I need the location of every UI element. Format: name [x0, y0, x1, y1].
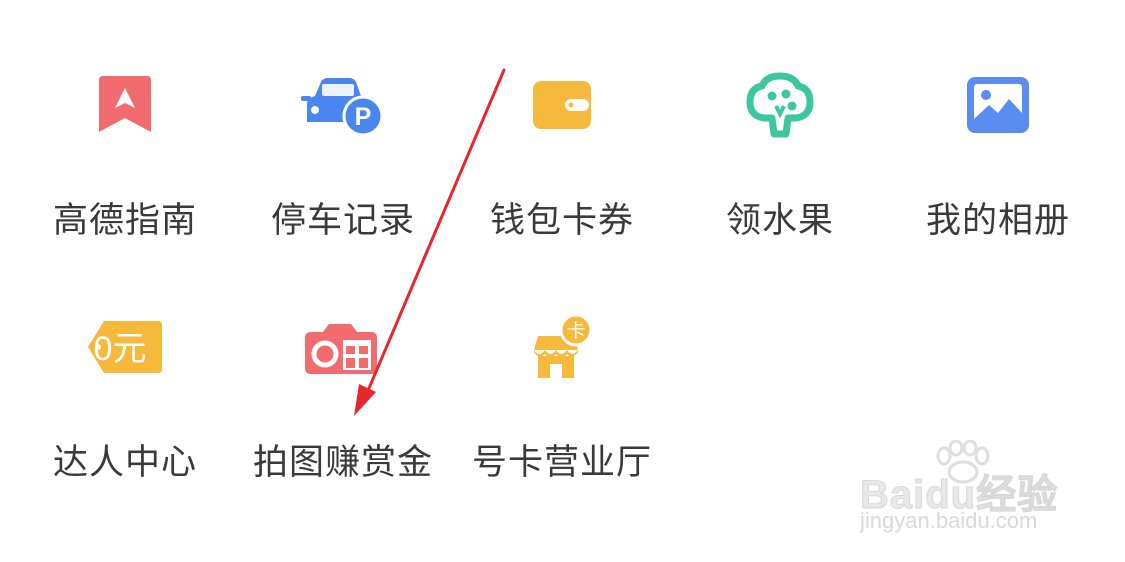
wallet-icon — [517, 60, 607, 150]
tile-get-fruit[interactable]: 领水果 — [680, 60, 880, 260]
photo-album-icon — [953, 60, 1043, 150]
tile-label: 号卡营业厅 — [471, 443, 652, 483]
tile-wallet-coupons[interactable]: 钱包卡券 — [462, 60, 662, 260]
bookmark-arrow-icon — [80, 60, 170, 150]
tile-label: 拍图赚赏金 — [252, 443, 433, 483]
tile-label: 高德指南 — [52, 201, 197, 241]
badge-text: 0元 — [94, 330, 147, 368]
car-parking-icon: P — [298, 60, 388, 150]
tile-parking-record[interactable]: P 停车记录 — [243, 60, 443, 260]
price-tag-icon: 0元 — [80, 302, 170, 392]
shop-card-icon: 卡 — [517, 302, 607, 392]
tile-label: 领水果 — [725, 201, 834, 241]
badge-text: 卡 — [566, 320, 585, 342]
baidu-watermark: Baidu经验 jingyan.baidu.com — [859, 440, 1100, 540]
watermark-url: jingyan.baidu.com — [860, 508, 1038, 533]
tile-photo-bounty[interactable]: 拍图赚赏金 — [243, 302, 443, 502]
tile-label: 达人中心 — [52, 443, 197, 483]
tile-label: 我的相册 — [925, 201, 1070, 241]
tile-label: 钱包卡券 — [489, 201, 634, 241]
fruit-tree-icon — [735, 60, 825, 150]
tile-number-card-hall[interactable]: 卡 号卡营业厅 — [462, 302, 662, 502]
tile-expert-center[interactable]: 0元 达人中心 — [25, 302, 225, 502]
tile-label: 停车记录 — [270, 201, 415, 241]
tile-my-album[interactable]: 我的相册 — [898, 60, 1098, 260]
tile-gaode-guide[interactable]: 高德指南 — [25, 60, 225, 260]
svg-text:P: P — [355, 103, 372, 131]
camera-gift-icon — [298, 302, 388, 392]
